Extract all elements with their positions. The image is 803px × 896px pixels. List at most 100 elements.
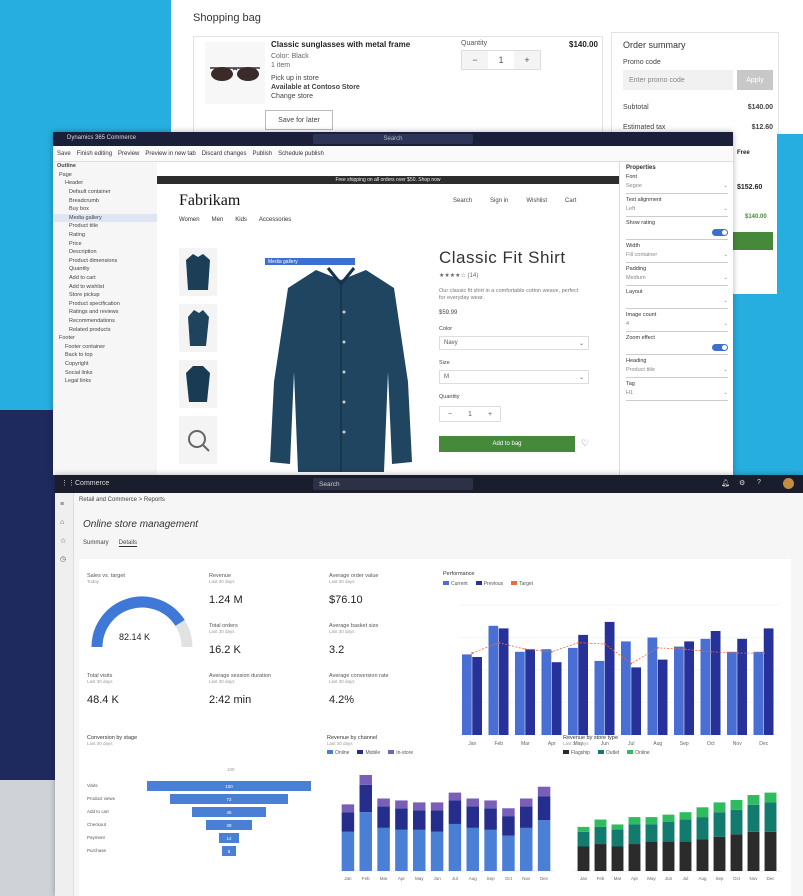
- bar-current[interactable]: [568, 647, 578, 735]
- property-field[interactable]: Left ⌄: [626, 206, 728, 217]
- toolbar-discard-changesbutton[interactable]: Discard changes: [202, 151, 247, 157]
- outline-item[interactable]: Media gallery: [53, 213, 157, 223]
- legend-instore[interactable]: In-store: [388, 750, 413, 756]
- stack-segment-mobile[interactable]: [413, 810, 426, 830]
- stack-segment-outlet[interactable]: [747, 804, 760, 832]
- stack-segment-online[interactable]: [502, 835, 515, 871]
- tab-summary[interactable]: Summary: [83, 540, 109, 547]
- legend-online-store[interactable]: Online: [627, 750, 650, 756]
- target-point[interactable]: [709, 650, 712, 653]
- bar-previous[interactable]: [684, 641, 694, 735]
- property-field[interactable]: Segoe ⌄: [626, 183, 728, 194]
- kpi-card[interactable]: Average session duration Last 30 days 2:42…: [209, 673, 271, 706]
- legend-mobile[interactable]: Mobile: [357, 750, 380, 756]
- target-point[interactable]: [524, 648, 527, 651]
- outline-item[interactable]: Ratings and reviews: [53, 308, 157, 317]
- kpi-card[interactable]: Average conversion rate Last 30 days 4.2%: [329, 673, 389, 706]
- stack-segment-outlet[interactable]: [764, 802, 777, 832]
- outline-item[interactable]: Rating: [53, 231, 157, 240]
- stack-segment-mobile[interactable]: [520, 806, 533, 828]
- stack-segment-mobile[interactable]: [466, 806, 479, 828]
- stack-segment-online[interactable]: [413, 829, 426, 871]
- outline-item[interactable]: Store pickup: [53, 291, 157, 300]
- stack-segment-flagship[interactable]: [645, 841, 658, 871]
- stack-segment-online[interactable]: [628, 817, 641, 825]
- stack-segment-online[interactable]: [577, 826, 590, 832]
- outline-item[interactable]: Breadcrumb: [53, 196, 157, 205]
- target-point[interactable]: [471, 652, 474, 655]
- stack-segment-outlet[interactable]: [611, 829, 624, 847]
- notification-icon[interactable]: 🔔︎: [721, 479, 730, 487]
- stack-segment-flagship[interactable]: [662, 841, 675, 871]
- stack-segment-online[interactable]: [430, 831, 444, 871]
- toggle-switch[interactable]: [712, 229, 728, 236]
- nav-men[interactable]: Men: [212, 217, 224, 223]
- bar-current[interactable]: [621, 641, 631, 735]
- stack-segment-flagship[interactable]: [577, 846, 590, 872]
- target-point[interactable]: [603, 643, 606, 645]
- save-for-later-button[interactable]: Save for later: [265, 110, 333, 130]
- outline-item[interactable]: Social links: [53, 368, 157, 377]
- grid-icon[interactable]: ⋮⋮: [61, 479, 75, 487]
- outline-item[interactable]: Buy box: [53, 205, 157, 214]
- stack-segment-mobile[interactable]: [448, 800, 462, 824]
- header-search-link[interactable]: Search: [453, 198, 472, 204]
- toolbar-schedule-publishbutton[interactable]: Schedule publish: [278, 151, 324, 157]
- quantity-input[interactable]: 1: [488, 51, 514, 69]
- stack-segment-online[interactable]: [466, 827, 479, 871]
- bar-current[interactable]: [515, 651, 525, 735]
- bar-current[interactable]: [753, 651, 764, 735]
- target-point[interactable]: [550, 650, 553, 653]
- stack-segment-online[interactable]: [713, 802, 726, 813]
- stack-segment-online[interactable]: [484, 829, 497, 871]
- promo-code-input[interactable]: Enter promo code: [623, 70, 733, 90]
- outline-item[interactable]: Add to cart: [53, 274, 157, 283]
- bar-previous[interactable]: [631, 667, 641, 735]
- stack-segment-online[interactable]: [747, 795, 760, 805]
- stack-segment-flagship[interactable]: [730, 834, 743, 871]
- change-store-link[interactable]: Change store: [271, 92, 360, 101]
- target-point[interactable]: [656, 646, 659, 649]
- stack-segment-in-store[interactable]: [520, 798, 533, 807]
- bar-current[interactable]: [674, 646, 684, 735]
- help-icon[interactable]: ?: [757, 479, 761, 486]
- stack-segment-online[interactable]: [730, 799, 743, 810]
- property-field[interactable]: Product title ⌄: [626, 367, 728, 378]
- bar-current[interactable]: [647, 637, 658, 736]
- stack-segment-mobile[interactable]: [359, 784, 372, 813]
- kpi-card[interactable]: Revenue Last 30 days 1.24 M: [209, 573, 243, 606]
- property-field[interactable]: [626, 229, 728, 240]
- avatar[interactable]: [783, 478, 794, 489]
- stack-segment-online[interactable]: [679, 812, 692, 820]
- bar-previous[interactable]: [763, 628, 774, 735]
- toolbar-savebutton[interactable]: Save: [57, 151, 71, 157]
- nav-kids[interactable]: Kids: [235, 217, 247, 223]
- target-point[interactable]: [762, 652, 765, 655]
- outline-item[interactable]: Header: [53, 179, 157, 188]
- header-wishlist-link[interactable]: Wishlist: [526, 198, 547, 204]
- target-point[interactable]: [577, 641, 580, 644]
- stack-segment-outlet[interactable]: [679, 819, 692, 842]
- outline-item[interactable]: Price: [53, 239, 157, 248]
- stack-segment-online[interactable]: [341, 831, 355, 871]
- stack-segment-online[interactable]: [377, 827, 390, 871]
- size-select[interactable]: M ⌄: [439, 370, 589, 384]
- property-field[interactable]: Fill container ⌄: [626, 252, 728, 263]
- property-field[interactable]: H1 ⌄: [626, 390, 728, 401]
- legend-previous[interactable]: Previous: [475, 581, 503, 587]
- stack-segment-online[interactable]: [764, 792, 777, 803]
- bar-current[interactable]: [541, 649, 552, 735]
- stack-segment-flagship[interactable]: [713, 836, 726, 871]
- announcement-bar[interactable]: Free shipping on all orders over $50. Sh…: [157, 176, 619, 184]
- sunglasses-image[interactable]: [205, 42, 265, 104]
- legend-outlet[interactable]: Outlet: [597, 750, 619, 756]
- editor-search-input[interactable]: Search: [313, 134, 473, 144]
- funnel-bar[interactable]: 45: [192, 807, 266, 817]
- star-icon[interactable]: ☆: [60, 537, 66, 545]
- stack-segment-in-store[interactable]: [502, 808, 515, 817]
- stack-segment-online[interactable]: [662, 814, 675, 822]
- increment-button[interactable]: +: [514, 51, 540, 69]
- stack-segment-outlet[interactable]: [730, 809, 743, 835]
- stack-segment-flagship[interactable]: [679, 841, 692, 871]
- kpi-card[interactable]: Total orders Last 30 days 16.2 K: [209, 623, 241, 656]
